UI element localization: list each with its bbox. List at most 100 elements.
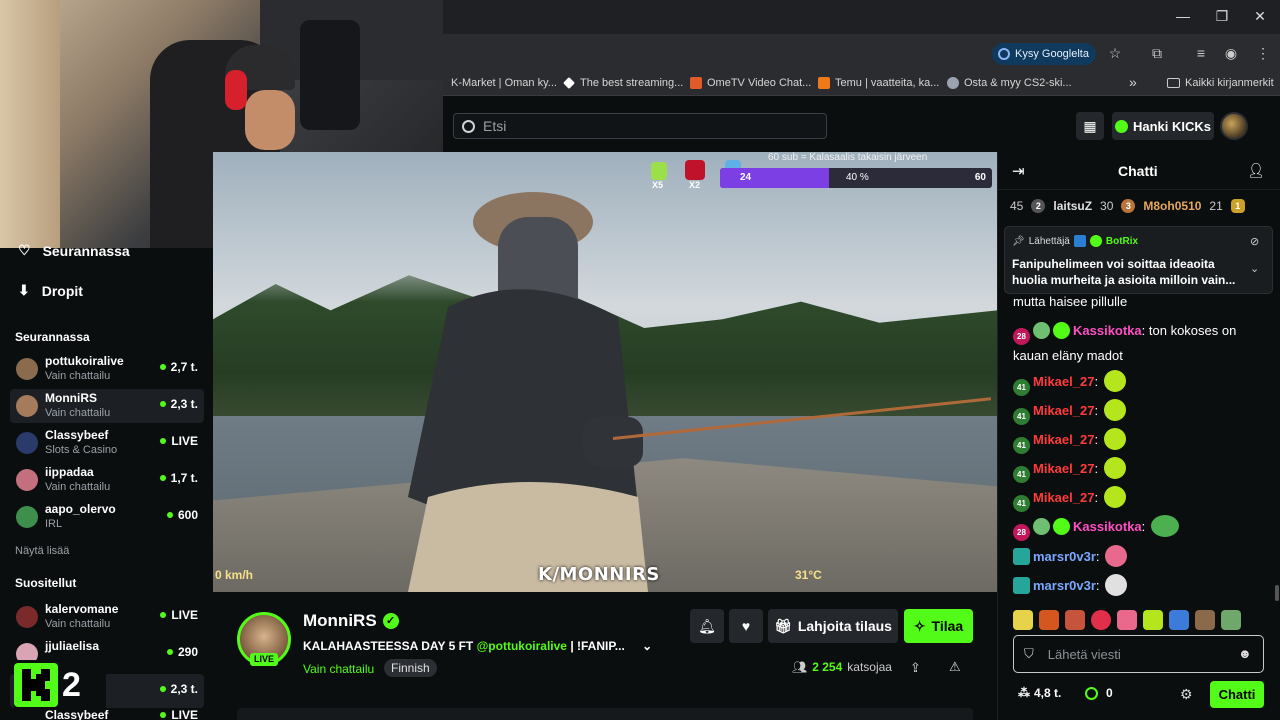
- channel-item[interactable]: kalervomane Vain chattailu LIVE: [10, 600, 204, 634]
- browser-titlebar: — ❐ ✕: [443, 0, 1280, 34]
- channel-name: Classybeef: [45, 710, 109, 720]
- channel-item[interactable]: pottukoiralive Vain chattailu 2,7 t.: [10, 352, 204, 386]
- bell-icon[interactable]: 🔔︎: [690, 609, 724, 643]
- gift-leaderboard: 45 2 laitsuZ 30 3 M8oh0510 21 1: [1010, 196, 1270, 216]
- emote-icon[interactable]: [1195, 610, 1215, 630]
- leaderboard-rank: 45: [1010, 199, 1024, 213]
- subscribe-button[interactable]: ✧ Tilaa: [904, 609, 973, 643]
- extensions-icon[interactable]: ⧉: [1148, 44, 1166, 62]
- chat-username[interactable]: Kassikotka: [1073, 519, 1142, 534]
- chat-username[interactable]: Mikael_27: [1033, 432, 1094, 447]
- stream-category[interactable]: Vain chattailu: [303, 662, 374, 676]
- heart-icon[interactable]: ♥: [729, 609, 763, 643]
- chat-username[interactable]: Mikael_27: [1033, 403, 1094, 418]
- get-kicks-button[interactable]: Hanki KICKs: [1112, 112, 1214, 140]
- media-icon[interactable]: ≡: [1192, 44, 1210, 62]
- emote-icon[interactable]: [1221, 610, 1241, 630]
- leaderboard-user[interactable]: M8oh0510: [1143, 199, 1201, 213]
- profile-icon[interactable]: ◉: [1222, 44, 1240, 62]
- channel-category: Vain chattailu: [45, 481, 111, 493]
- maximize-icon[interactable]: ❐: [1212, 8, 1232, 25]
- gifter-badge-icon: [1053, 518, 1070, 535]
- star-icon[interactable]: ☆: [1106, 44, 1124, 62]
- gifter-badge-icon: [1053, 322, 1070, 339]
- viewer-count: 1,7 t.: [159, 471, 198, 485]
- gift-sub-button[interactable]: 🎁︎ Lahjoita tilaus: [768, 609, 898, 643]
- chat-input[interactable]: ⛉ Lähetä viesti: [1013, 635, 1264, 673]
- chevron-down-icon[interactable]: ⌄: [1250, 262, 1259, 275]
- minimize-icon[interactable]: —: [1173, 8, 1193, 24]
- mention-link[interactable]: @pottukoiralive: [477, 639, 567, 653]
- send-chat-button[interactable]: Chatti: [1210, 681, 1264, 708]
- avatar: [16, 395, 38, 417]
- chat-username[interactable]: marsr0v3r: [1033, 578, 1096, 593]
- channel-item[interactable]: iippadaa Vain chattailu 1,7 t.: [10, 463, 204, 497]
- hide-pin-icon[interactable]: ⊘: [1250, 235, 1259, 248]
- kick-logo-icon: [14, 663, 58, 707]
- bookmark-kmarket[interactable]: K-Market | Oman ky...: [451, 77, 557, 89]
- chat-message: 41 Mikael_27:: [1013, 370, 1268, 396]
- bookmark-temu[interactable]: Temu | vaatteita, ka...: [818, 77, 939, 89]
- gift-count: X2: [689, 180, 701, 190]
- emoji-icon[interactable]: ☻: [1238, 646, 1252, 661]
- channel-item[interactable]: aapo_olervo IRL 600: [10, 500, 204, 534]
- bookmarks-overflow[interactable]: »: [1129, 74, 1137, 90]
- menu-icon[interactable]: ⋮: [1254, 44, 1272, 62]
- ometv-icon: [690, 77, 702, 89]
- chat-username[interactable]: marsr0v3r: [1033, 549, 1096, 564]
- all-bookmarks[interactable]: Kaikki kirjanmerkit: [1167, 77, 1274, 89]
- user-avatar[interactable]: [1220, 112, 1248, 140]
- chat-username[interactable]: Mikael_27: [1033, 490, 1094, 505]
- google-lens-button[interactable]: Kysy Googlelta: [992, 43, 1096, 65]
- chat-username[interactable]: Kassikotka: [1073, 323, 1142, 338]
- chat-message: marsr0v3r:: [1013, 545, 1268, 567]
- gear-icon[interactable]: ⚙: [1180, 686, 1193, 703]
- share-icon[interactable]: ⇪: [910, 660, 921, 676]
- verified-icon: [1089, 235, 1102, 247]
- layout-icon[interactable]: ▦: [1076, 112, 1104, 140]
- nav-following[interactable]: ♡ Seurannassa: [18, 242, 130, 259]
- emote-icon[interactable]: [1117, 610, 1137, 630]
- chat-message: 41 Mikael_27:: [1013, 486, 1268, 512]
- pin-icon: 📌︎: [1012, 235, 1025, 247]
- bookmark-cs2[interactable]: Osta & myy CS2-ski...: [947, 77, 1072, 89]
- sub-badge: 41: [1013, 408, 1030, 425]
- recommended-title: Suositellut: [15, 576, 77, 590]
- warning-icon[interactable]: ⚠: [949, 659, 961, 675]
- close-icon[interactable]: ✕: [1250, 8, 1270, 25]
- channel-category: IRL: [45, 518, 63, 530]
- emote-icon[interactable]: [1143, 610, 1163, 630]
- channel-item[interactable]: Classybeef Slots & Casino LIVE: [10, 426, 204, 460]
- chat-username[interactable]: Mikael_27: [1033, 461, 1094, 476]
- emote-icon[interactable]: [1013, 610, 1033, 630]
- emote-icon[interactable]: [1169, 610, 1189, 630]
- streamer-name[interactable]: MonniRS ✓: [303, 611, 399, 631]
- chat-users-icon[interactable]: 👤︎: [1247, 162, 1265, 179]
- chat-username[interactable]: Mikael_27: [1033, 374, 1094, 389]
- chat-scrollbar[interactable]: [1275, 585, 1279, 601]
- channel-category: Slots & Casino: [45, 444, 118, 456]
- bookmark-streaming[interactable]: The best streaming...: [563, 77, 683, 89]
- channel-item[interactable]: MonniRS Vain chattailu 2,3 t.: [10, 389, 204, 423]
- bookmark-ometv[interactable]: OmeTV Video Chat...: [690, 77, 811, 89]
- channel-points[interactable]: ⁂ 4,8 t.: [1018, 686, 1061, 700]
- emote-icon[interactable]: [1039, 610, 1059, 630]
- sub-badge: 28: [1013, 328, 1030, 345]
- stream-watermark: K/MONNIRS: [538, 564, 660, 585]
- search-input[interactable]: Etsi: [453, 113, 827, 139]
- emote-icon[interactable]: [1065, 610, 1085, 630]
- nav-drops[interactable]: ⬇ Dropit: [18, 282, 83, 299]
- emote-icon[interactable]: [1091, 610, 1111, 630]
- collapse-chat-icon[interactable]: ⇥: [1012, 162, 1025, 180]
- chevron-down-icon[interactable]: ⌄: [642, 639, 652, 653]
- language-tag[interactable]: Finnish: [384, 659, 437, 677]
- show-more-link[interactable]: Näytä lisää: [15, 545, 69, 557]
- channel-item[interactable]: Classybeef LIVE: [10, 710, 204, 720]
- speed-readout: 0 km/h: [215, 568, 254, 582]
- chat-message: 41 Mikael_27:: [1013, 457, 1268, 483]
- rank-badge: 2: [1031, 199, 1046, 213]
- leaderboard-user[interactable]: laitsuZ: [1053, 199, 1092, 213]
- channel-name: pottukoiralive: [45, 354, 124, 368]
- kicks-balance[interactable]: 0: [1085, 686, 1113, 700]
- video-player[interactable]: X5 X2 X2 60 sub = Kalasaalis takaisin jä…: [213, 152, 997, 592]
